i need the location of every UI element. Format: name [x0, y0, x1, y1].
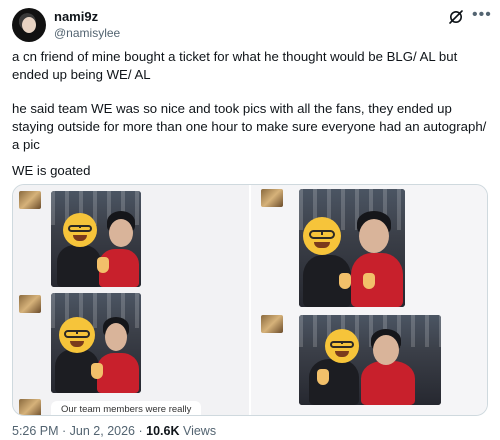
tweet[interactable]: nami9z @namisylee ••• a cn friend of min…: [0, 0, 500, 440]
fan-photo-4: [299, 315, 441, 405]
tweet-text-paragraph-1: a cn friend of mine bought a ticket for …: [12, 49, 458, 82]
fan-photo-2: [51, 293, 141, 393]
fan-photo-3: [299, 189, 405, 307]
media-image-1[interactable]: Our team members were really: [13, 185, 249, 415]
views-label: Views: [179, 424, 217, 438]
chat-avatar: [19, 191, 41, 209]
meta-separator: ·: [135, 424, 147, 438]
tweet-meta: 5:26 PM · Jun 2, 2026 · 10.6K Views: [12, 424, 216, 438]
chat-avatar: [19, 295, 41, 313]
tweet-text-paragraph-2: he said team WE was so nice and took pic…: [12, 101, 487, 152]
tweet-text-paragraph-3: WE is goated: [12, 163, 91, 178]
avatar[interactable]: [12, 8, 46, 42]
fan-photo-1: [51, 191, 141, 287]
display-name[interactable]: nami9z: [54, 9, 98, 24]
tweet-time[interactable]: 5:26 PM: [12, 424, 59, 438]
media-grid[interactable]: Our team members were really: [12, 184, 488, 416]
handle[interactable]: @namisylee: [54, 26, 120, 40]
grok-icon[interactable]: [448, 9, 464, 25]
more-icon[interactable]: •••: [472, 7, 492, 23]
chat-avatar: [261, 189, 283, 207]
chat-snippet: Our team members were really: [51, 401, 201, 415]
tweet-date[interactable]: Jun 2, 2026: [70, 424, 135, 438]
chat-avatar: [261, 315, 283, 333]
media-image-2[interactable]: [251, 185, 487, 415]
meta-separator: ·: [58, 424, 70, 438]
views-count: 10.6K: [146, 424, 180, 438]
chat-avatar: [19, 399, 41, 415]
